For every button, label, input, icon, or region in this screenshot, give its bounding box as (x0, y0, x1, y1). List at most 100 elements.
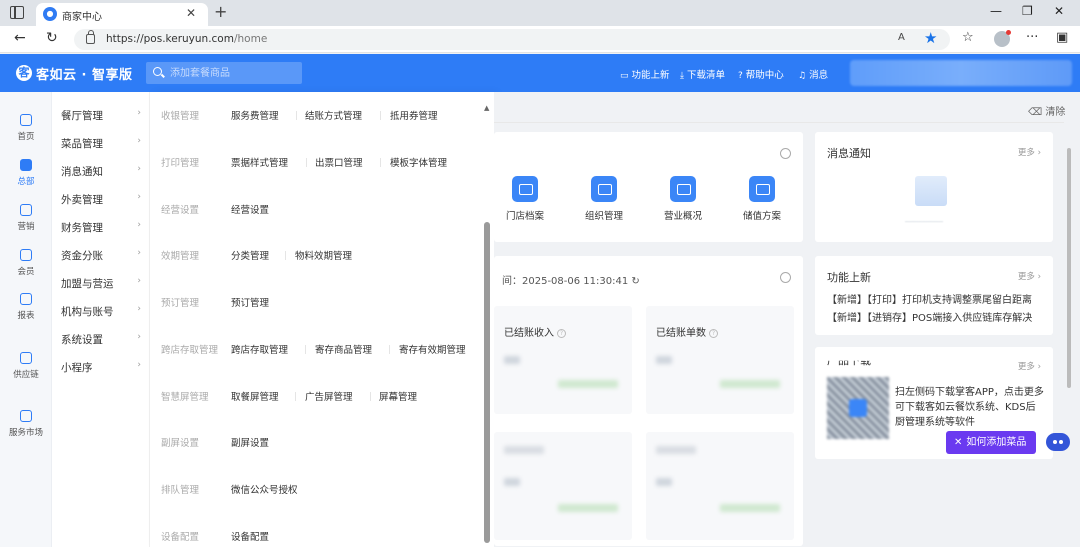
minimize-icon[interactable]: — (990, 4, 1002, 18)
mega-link[interactable]: 设备配置 (231, 529, 269, 543)
messages-link[interactable]: ♫ 消息 (798, 67, 828, 81)
stat-box[interactable]: 已结账单数? (646, 306, 794, 414)
mega-link[interactable]: 票据样式管理 (231, 155, 288, 169)
url-text: https://pos.keruyun.com/home (106, 33, 268, 45)
rail-item-supply-chain[interactable]: 供应链 (0, 352, 52, 380)
menu-item-takeout[interactable]: 外卖管理 › (61, 192, 147, 207)
back-icon[interactable]: ← (14, 30, 26, 46)
stat-box[interactable]: 已结账收入? (494, 306, 632, 414)
settings-icon[interactable] (780, 272, 791, 283)
mega-link[interactable]: 寄存商品管理 (315, 342, 372, 356)
tab-title: 商家中心 (62, 12, 102, 23)
submenu-column: 餐厅管理 › 菜品管理 › 消息通知 › 外卖管理 › 财务管理 › 资金分账 › 加盟与营… (52, 92, 150, 547)
more-link[interactable]: 更多 › (1018, 270, 1041, 282)
mega-link[interactable]: 寄存有效期管理 (399, 342, 466, 356)
refresh-icon[interactable]: ↻ (631, 276, 639, 287)
new-tab-icon[interactable]: + (214, 2, 227, 21)
restore-icon[interactable]: ❐ (1022, 4, 1033, 18)
tab-actions-icon[interactable] (10, 6, 24, 19)
rail-item-home[interactable]: 首页 (0, 114, 52, 142)
menu-item-finance[interactable]: 财务管理 › (61, 220, 147, 235)
mega-row: 副屏设置 副屏设置 (161, 435, 481, 451)
mega-link[interactable]: 结账方式管理 (305, 108, 362, 122)
close-tab-icon[interactable]: ✕ (186, 6, 196, 20)
blurred-value (504, 478, 520, 486)
menu-item-franchise[interactable]: 加盟与营运 › (61, 276, 147, 291)
more-options-icon[interactable]: ··· (1026, 30, 1038, 45)
mega-link[interactable]: 预订管理 (231, 295, 269, 309)
shortcut-organization[interactable]: 组织管理 (574, 176, 634, 222)
group-label: 设备配置 (161, 532, 200, 543)
scroll-up-icon[interactable]: ▲ (484, 104, 489, 112)
stat-box[interactable] (494, 432, 632, 540)
chevron-right-icon: › (137, 108, 141, 118)
qr-code (827, 377, 889, 439)
shortcut-business-overview[interactable]: 营业概况 (653, 176, 713, 222)
menu-item-org-account[interactable]: 机构与账号 › (61, 304, 147, 319)
how-to-add-dish-button[interactable]: ✕ 如何添加菜品 (946, 431, 1036, 454)
mega-link[interactable]: 副屏设置 (231, 435, 269, 449)
mega-link[interactable]: 广告屏管理 (305, 389, 353, 403)
page-scrollbar[interactable] (1067, 148, 1071, 388)
search-input[interactable] (170, 65, 298, 81)
menu-item-system-settings[interactable]: 系统设置 › (61, 332, 147, 347)
browser-tab[interactable]: ● 商家中心 ✕ (36, 3, 208, 26)
reload-icon[interactable]: ↻ (46, 30, 58, 46)
mega-link[interactable]: 屏幕管理 (379, 389, 417, 403)
dropdown-scrollbar[interactable] (484, 222, 490, 543)
favorite-star-icon[interactable]: ★ (924, 29, 937, 47)
chevron-right-icon: › (137, 276, 141, 286)
group-label: 副屏设置 (161, 438, 200, 449)
divider (285, 251, 286, 260)
menu-item-restaurant[interactable]: 餐厅管理 › (61, 108, 147, 123)
stored-value-icon (749, 176, 775, 202)
sidebar-toggle-icon[interactable]: ▣ (1056, 30, 1068, 45)
lock-icon (86, 30, 95, 44)
mega-link[interactable]: 经营设置 (231, 202, 269, 216)
rail-item-report[interactable]: 报表 (0, 293, 52, 321)
shortcut-store-file[interactable]: 门店档案 (495, 176, 555, 222)
empty-state-text: ───────── (905, 218, 943, 226)
browser-tab-bar: ● 商家中心 ✕ + — ❐ ✕ (0, 0, 1080, 26)
mega-link[interactable]: 物料效期管理 (295, 248, 352, 262)
mega-link[interactable]: 抵用券管理 (390, 108, 438, 122)
close-icon[interactable]: ✕ (954, 437, 962, 448)
settings-icon[interactable] (780, 148, 791, 159)
blurred-value (558, 504, 618, 512)
mega-link[interactable]: 取餐屏管理 (231, 389, 279, 403)
url-field[interactable]: https://pos.keruyun.com/home A ★ (74, 29, 950, 50)
rail-item-member[interactable]: 会员 (0, 249, 52, 277)
download-list-link[interactable]: ⤓ 下载清单 (680, 67, 725, 81)
clear-button[interactable]: ⌫ 清除 (1028, 103, 1065, 118)
menu-item-fund-split[interactable]: 资金分账 › (61, 248, 147, 263)
assistant-bot-icon[interactable] (1046, 433, 1070, 451)
mega-link[interactable]: 出票口管理 (315, 155, 363, 169)
mega-link[interactable]: 跨店存取管理 (231, 342, 288, 356)
more-link[interactable]: 更多 › (1018, 360, 1041, 372)
user-account-area[interactable] (850, 60, 1072, 86)
mega-link[interactable]: 服务费管理 (231, 108, 279, 122)
more-link[interactable]: 更多 › (1018, 146, 1041, 158)
divider (494, 122, 1064, 123)
favorites-icon[interactable]: ☆ (962, 30, 974, 45)
menu-item-dishes[interactable]: 菜品管理 › (61, 136, 147, 151)
empty-state-illustration (915, 176, 947, 206)
rail-item-marketing[interactable]: 营销 (0, 204, 52, 232)
feature-item[interactable]: 【新增】【进销存】POS端接入供应链库存解决 (827, 309, 1032, 324)
mega-link[interactable]: 微信公众号授权 (231, 482, 298, 496)
main-nav-rail: 首页 总部 营销 会员 报表 供应链 服务市场 (0, 92, 52, 547)
mega-link[interactable]: 模板字体管理 (390, 155, 447, 169)
rail-item-service-market[interactable]: 服务市场 (0, 410, 52, 438)
menu-item-notifications[interactable]: 消息通知 › (61, 164, 147, 179)
new-feature-link[interactable]: ▭ 功能上新 (620, 67, 670, 81)
stat-box[interactable] (646, 432, 794, 540)
mega-link[interactable]: 分类管理 (231, 248, 269, 262)
window-close-icon[interactable]: ✕ (1054, 4, 1064, 18)
chevron-right-icon: › (137, 248, 141, 258)
rail-item-headquarters[interactable]: 总部 (0, 159, 52, 187)
menu-item-mini-program[interactable]: 小程序 › (61, 360, 147, 375)
shortcut-stored-value[interactable]: 储值方案 (732, 176, 792, 222)
feature-item[interactable]: 【新增】【打印】打印机支持调整票尾留白距离 (827, 291, 1032, 306)
help-center-link[interactable]: ? 帮助中心 (738, 67, 784, 81)
read-aloud-icon[interactable]: A (898, 32, 905, 43)
